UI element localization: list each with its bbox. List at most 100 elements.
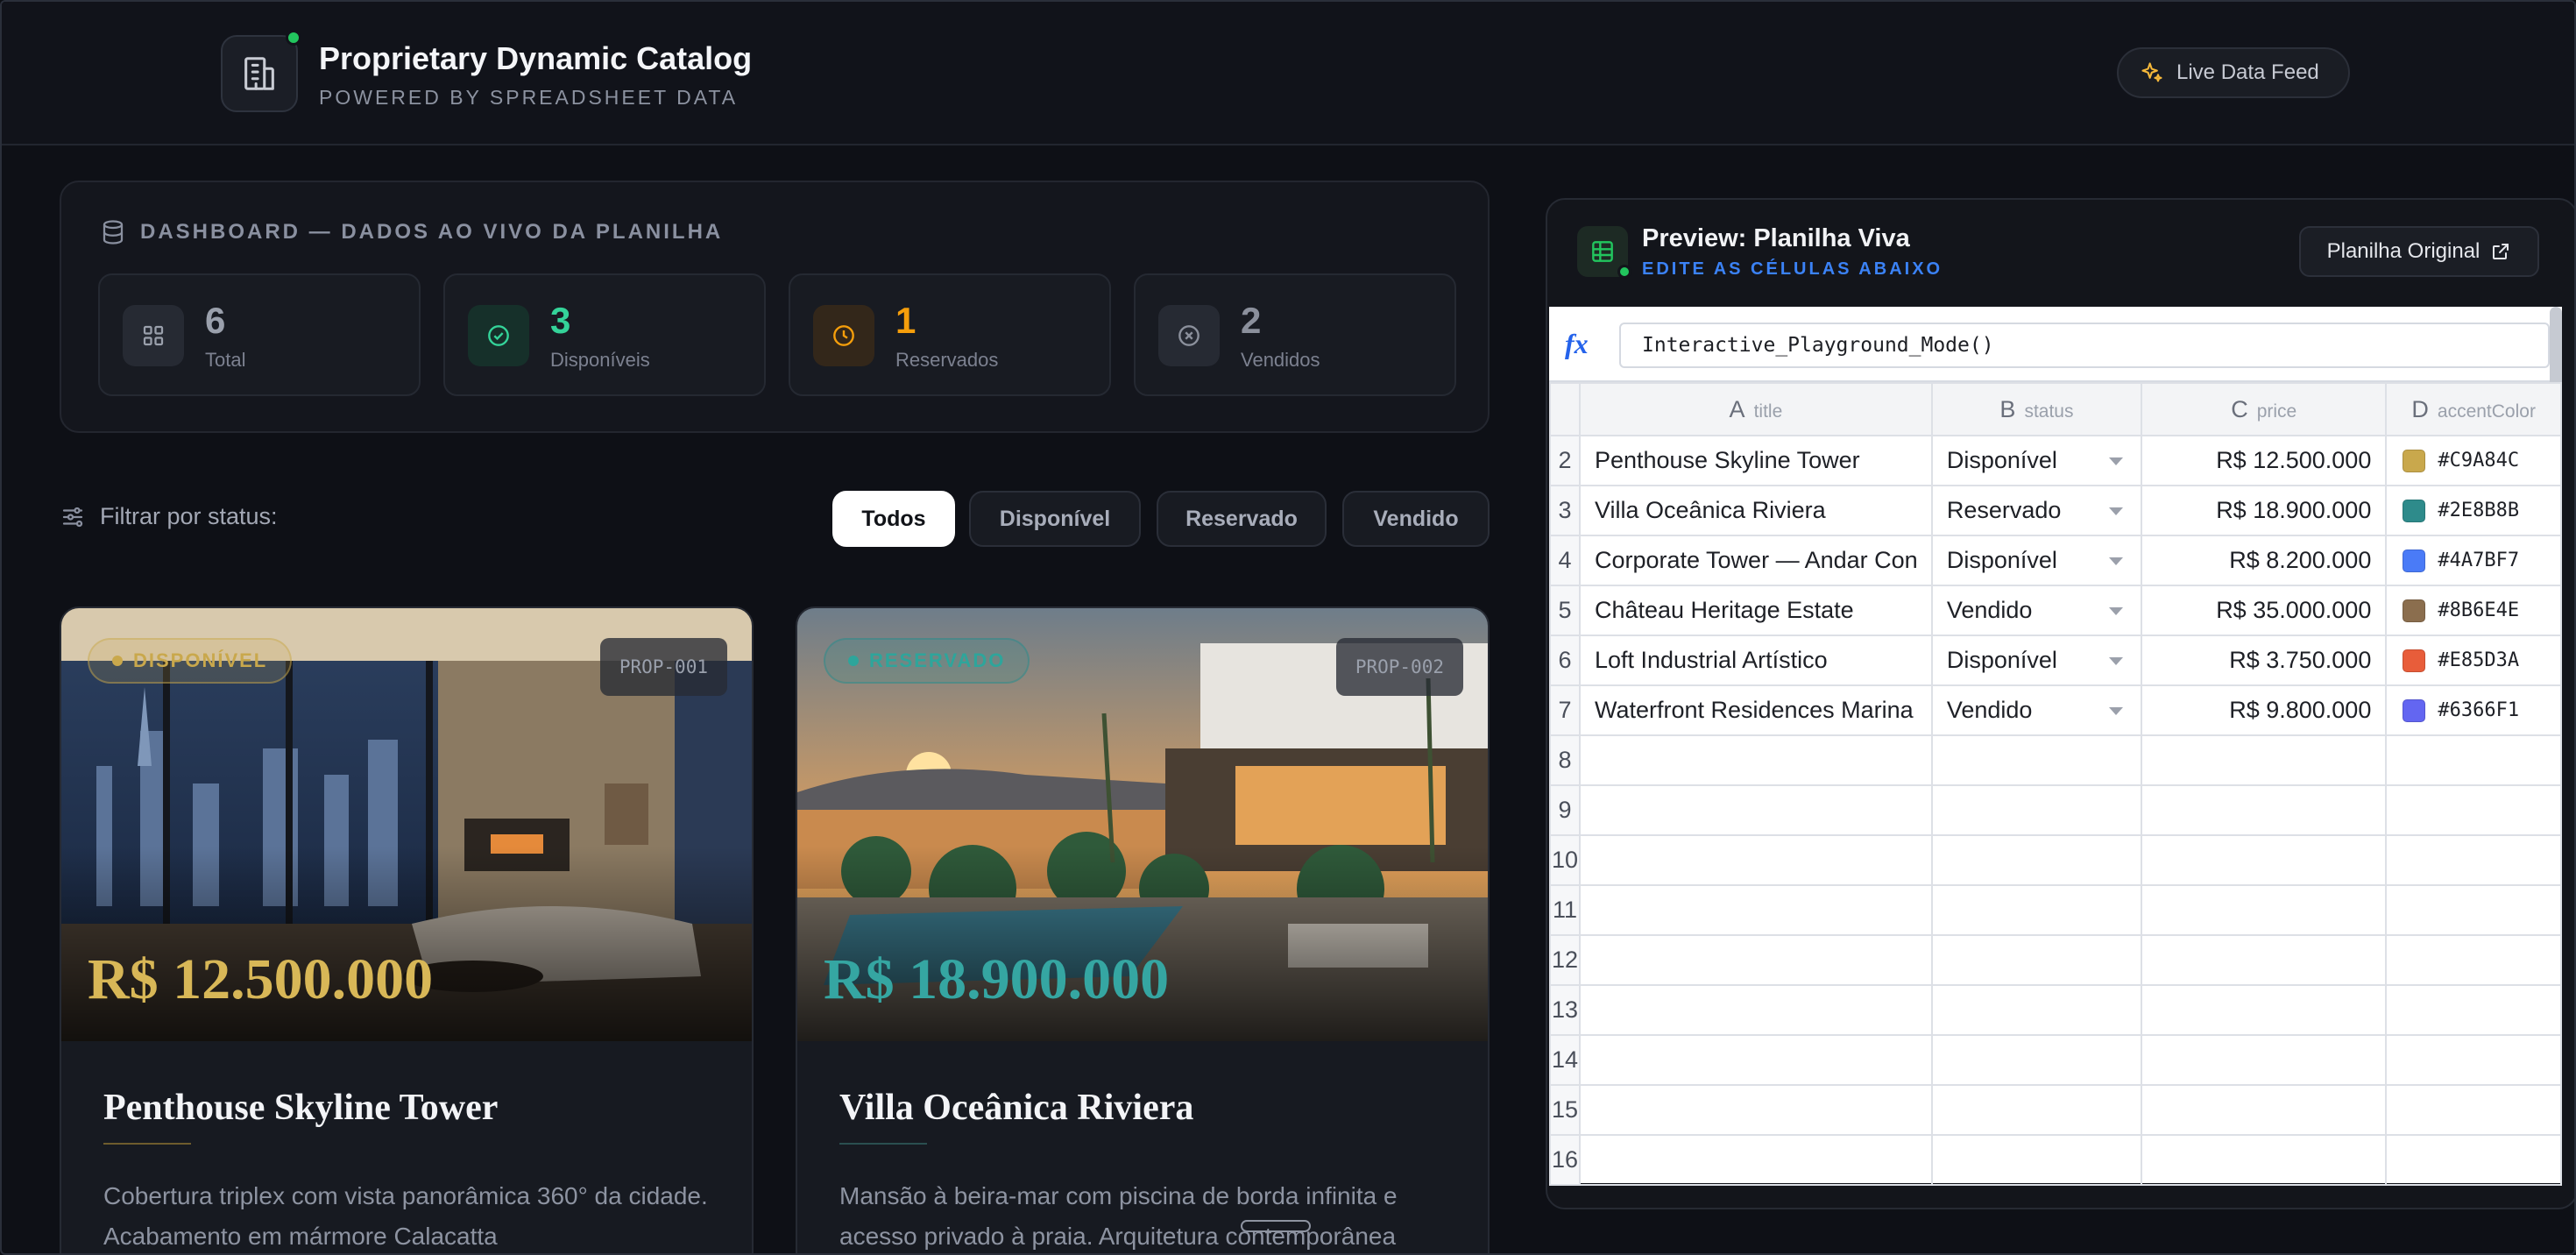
cell-title[interactable]: Penthouse Skyline Tower (1578, 435, 1933, 486)
empty-cell[interactable] (2385, 1134, 2562, 1186)
cell-status-dropdown[interactable]: Reservado (1930, 485, 2143, 536)
empty-cell[interactable] (2141, 734, 2388, 786)
table-row: 8 (1549, 734, 2562, 786)
empty-cell[interactable] (1578, 1084, 1933, 1136)
open-original-sheet-button[interactable]: Planilha Original (2299, 226, 2539, 277)
cell-accent-color[interactable]: #4A7BF7 (2385, 535, 2562, 586)
empty-cell[interactable] (2385, 834, 2562, 886)
cell-status-dropdown[interactable]: Disponível (1930, 435, 2143, 486)
empty-cell[interactable] (1578, 834, 1933, 886)
empty-cell[interactable] (1578, 984, 1933, 1036)
empty-cell[interactable] (2385, 1034, 2562, 1086)
column-header-d[interactable]: DaccentColor (2385, 382, 2562, 436)
cell-accent-color[interactable]: #E85D3A (2385, 635, 2562, 686)
row-number[interactable]: 5 (1549, 585, 1581, 636)
filter-disponivel-button[interactable]: Disponível (969, 491, 1141, 547)
column-header-a[interactable]: Atitle (1578, 382, 1933, 436)
empty-cell[interactable] (1578, 734, 1933, 786)
empty-cell[interactable] (2141, 834, 2388, 886)
filter-vendido-button[interactable]: Vendido (1342, 491, 1490, 547)
empty-cell[interactable] (1930, 1134, 2143, 1186)
empty-cell[interactable] (2385, 934, 2562, 986)
cell-accent-color[interactable]: #8B6E4E (2385, 585, 2562, 636)
empty-cell[interactable] (1930, 1034, 2143, 1086)
stat-sold-value: 2 (1241, 300, 1262, 341)
row-number[interactable]: 2 (1549, 435, 1581, 486)
row-number[interactable]: 11 (1549, 884, 1581, 936)
cell-accent-color[interactable]: #2E8B8B (2385, 485, 2562, 536)
resize-handle[interactable] (1241, 1220, 1311, 1232)
row-number[interactable]: 14 (1549, 1034, 1581, 1086)
empty-cell[interactable] (1578, 934, 1933, 986)
filter-reservado-button[interactable]: Reservado (1157, 491, 1327, 547)
property-description: Cobertura triplex com vista panorâmica 3… (103, 1182, 708, 1250)
empty-cell[interactable] (2141, 1084, 2388, 1136)
row-number[interactable]: 7 (1549, 684, 1581, 736)
row-number[interactable]: 3 (1549, 485, 1581, 536)
property-card[interactable]: DISPONÍVEL PROP-001 R$ 12.500.000 Pentho… (60, 606, 754, 1253)
filter-todos-button[interactable]: Todos (832, 491, 955, 547)
empty-cell[interactable] (2141, 1034, 2388, 1086)
table-row: 15 (1549, 1084, 2562, 1136)
row-number[interactable]: 10 (1549, 834, 1581, 886)
color-swatch (2403, 499, 2426, 522)
cell-price[interactable]: R$ 35.000.000 (2141, 585, 2388, 636)
empty-cell[interactable] (1930, 984, 2143, 1036)
empty-cell[interactable] (1930, 784, 2143, 836)
empty-cell[interactable] (2385, 1084, 2562, 1136)
cell-title[interactable]: Château Heritage Estate (1578, 585, 1933, 636)
cell-title[interactable]: Villa Oceânica Riviera (1578, 485, 1933, 536)
cell-title[interactable]: Waterfront Residences Marina (1578, 684, 1933, 736)
column-header-b[interactable]: Bstatus (1930, 382, 2143, 436)
property-card[interactable]: RESERVADO PROP-002 R$ 18.900.000 Villa O… (796, 606, 1490, 1253)
cell-price[interactable]: R$ 12.500.000 (2141, 435, 2388, 486)
empty-cell[interactable] (1930, 834, 2143, 886)
row-number[interactable]: 9 (1549, 784, 1581, 836)
row-number[interactable]: 4 (1549, 535, 1581, 586)
empty-cell[interactable] (2141, 984, 2388, 1036)
row-number[interactable]: 8 (1549, 734, 1581, 786)
chevron-down-icon (2109, 507, 2124, 515)
empty-cell[interactable] (1930, 1084, 2143, 1136)
property-price: R$ 18.900.000 (824, 947, 1170, 1011)
empty-cell[interactable] (2385, 884, 2562, 936)
cell-price[interactable]: R$ 9.800.000 (2141, 684, 2388, 736)
corner-cell[interactable] (1549, 382, 1581, 436)
row-number[interactable]: 16 (1549, 1134, 1581, 1186)
empty-cell[interactable] (1930, 934, 2143, 986)
empty-cell[interactable] (1930, 884, 2143, 936)
row-number[interactable]: 12 (1549, 934, 1581, 986)
live-feed-badge[interactable]: Live Data Feed (2117, 47, 2350, 98)
row-number[interactable]: 6 (1549, 635, 1581, 686)
property-id: PROP-002 (1335, 638, 1463, 696)
row-number[interactable]: 13 (1549, 984, 1581, 1036)
cell-status-dropdown[interactable]: Vendido (1930, 585, 2143, 636)
empty-cell[interactable] (2141, 884, 2388, 936)
formula-input[interactable] (1619, 323, 2550, 368)
empty-cell[interactable] (2141, 1134, 2388, 1186)
empty-cell[interactable] (1578, 784, 1933, 836)
cell-price[interactable]: R$ 8.200.000 (2141, 535, 2388, 586)
empty-cell[interactable] (2385, 734, 2562, 786)
empty-cell[interactable] (1930, 734, 2143, 786)
empty-cell[interactable] (2141, 784, 2388, 836)
empty-cell[interactable] (2141, 934, 2388, 986)
cell-status-dropdown[interactable]: Vendido (1930, 684, 2143, 736)
cell-title[interactable]: Loft Industrial Artístico (1578, 635, 1933, 686)
cell-accent-color[interactable]: #C9A84C (2385, 435, 2562, 486)
cell-price[interactable]: R$ 3.750.000 (2141, 635, 2388, 686)
cell-accent-color[interactable]: #6366F1 (2385, 684, 2562, 736)
cell-status-dropdown[interactable]: Disponível (1930, 535, 2143, 586)
cell-title[interactable]: Corporate Tower — Andar Con (1578, 535, 1933, 586)
empty-cell[interactable] (2385, 984, 2562, 1036)
column-header-c[interactable]: Cprice (2141, 382, 2388, 436)
table-row: 16 (1549, 1134, 2562, 1186)
empty-cell[interactable] (2385, 784, 2562, 836)
empty-cell[interactable] (1578, 1134, 1933, 1186)
color-swatch (2403, 549, 2426, 572)
cell-price[interactable]: R$ 18.900.000 (2141, 485, 2388, 536)
empty-cell[interactable] (1578, 884, 1933, 936)
empty-cell[interactable] (1578, 1034, 1933, 1086)
cell-status-dropdown[interactable]: Disponível (1930, 635, 2143, 686)
row-number[interactable]: 15 (1549, 1084, 1581, 1136)
